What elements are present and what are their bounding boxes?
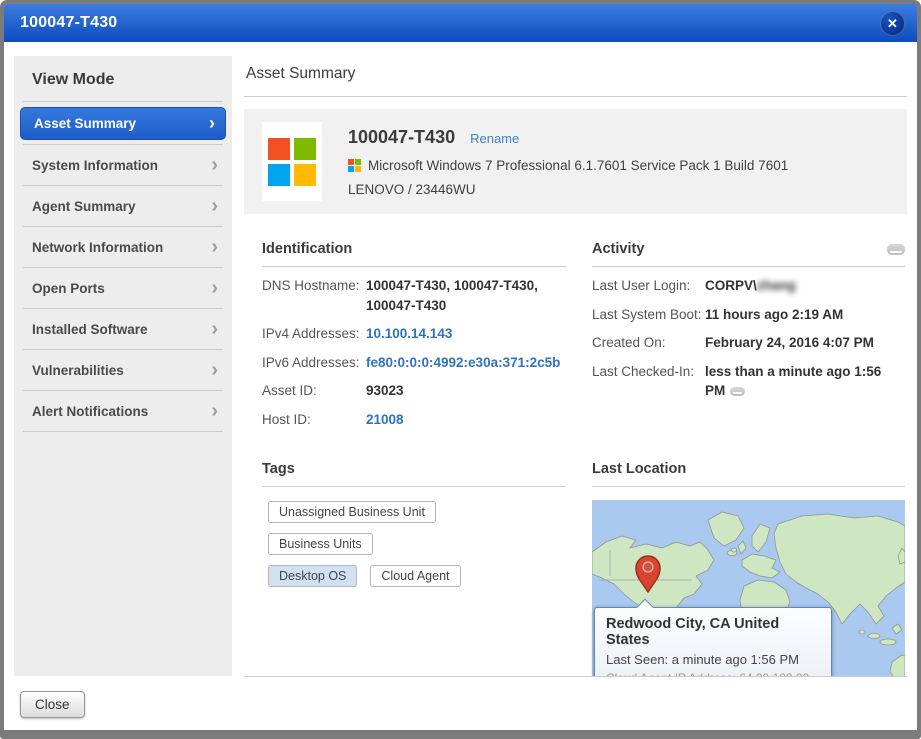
- host-id-value[interactable]: 21008: [366, 410, 404, 430]
- field-label: Last System Boot:: [592, 305, 705, 325]
- last-checked-in-row: Last Checked-In: less than a minute ago …: [592, 362, 905, 401]
- field-label: Last Checked-In:: [592, 362, 705, 401]
- chevron-right-icon: ›: [211, 237, 218, 257]
- sidebar-item-vulnerabilities[interactable]: Vulnerabilities ›: [14, 350, 232, 390]
- tag-desktop-os[interactable]: Desktop OS: [268, 565, 357, 587]
- chevron-right-icon: ›: [211, 401, 218, 421]
- os-logo-box: [262, 122, 322, 201]
- activity-title: Activity: [592, 241, 644, 257]
- window-title: 100047-T430: [20, 14, 880, 32]
- close-icon[interactable]: ✕: [880, 11, 905, 36]
- asset-id-row: Asset ID: 93023: [262, 381, 566, 401]
- field-label: Asset ID:: [262, 381, 366, 401]
- tag-unassigned-business-unit[interactable]: Unassigned Business Unit: [268, 501, 436, 523]
- close-button[interactable]: Close: [20, 691, 85, 718]
- world-map[interactable]: Redwood City, CA United States Last Seen…: [592, 500, 905, 677]
- ipv6-value[interactable]: fe80:0:0:0:4992:e30a:371:2c5b: [366, 353, 560, 373]
- ipv4-value[interactable]: 10.100.14.143: [366, 324, 452, 344]
- chevron-right-icon: ›: [211, 196, 218, 216]
- window-titlebar: 100047-T430 ✕: [4, 4, 917, 42]
- windows-mini-icon: [348, 159, 361, 172]
- field-label: DNS Hostname:: [262, 276, 366, 315]
- host-id-row: Host ID: 21008: [262, 410, 566, 430]
- chevron-right-icon: ›: [211, 319, 218, 339]
- tags-title: Tags: [262, 461, 295, 477]
- tags-section: Tags Unassigned Business Unit Business Un…: [262, 459, 566, 677]
- field-label: Created On:: [592, 333, 705, 353]
- sidebar-item-asset-summary[interactable]: Asset Summary ›: [20, 107, 226, 140]
- chevron-right-icon: ›: [211, 278, 218, 298]
- field-label: IPv4 Addresses:: [262, 324, 366, 344]
- chevron-right-icon: ›: [211, 155, 218, 175]
- chevron-right-icon: ›: [209, 114, 215, 132]
- sidebar-title: View Mode: [14, 56, 232, 101]
- last-user-login-value: CORPV\: [705, 278, 757, 293]
- cloud-agent-icon: [730, 387, 745, 396]
- page-title: Asset Summary: [244, 56, 907, 97]
- field-label: Last User Login:: [592, 276, 705, 296]
- tag-cloud-agent[interactable]: Cloud Agent: [370, 565, 460, 587]
- location-tooltip: Redwood City, CA United States Last Seen…: [594, 607, 832, 677]
- identification-title: Identification: [262, 241, 352, 257]
- asset-info: 100047-T430 Rename Microsoft Windows 7 P…: [348, 122, 788, 197]
- last-system-boot-value: 11 hours ago 2:19 AM: [705, 305, 843, 325]
- redacted-text: zhang: [757, 278, 796, 293]
- created-on-row: Created On: February 24, 2016 4:07 PM: [592, 333, 905, 353]
- chevron-right-icon: ›: [211, 360, 218, 380]
- last-user-login-row: Last User Login: CORPV\zhang: [592, 276, 905, 296]
- view-mode-sidebar: View Mode Asset Summary › System Informa…: [14, 56, 232, 676]
- asset-id-value: 93023: [366, 381, 404, 401]
- divider: [23, 431, 223, 432]
- sidebar-item-label: Vulnerabilities: [32, 363, 124, 378]
- sidebar-item-alert-notifications[interactable]: Alert Notifications ›: [14, 391, 232, 431]
- field-label: Host ID:: [262, 410, 366, 430]
- last-system-boot-row: Last System Boot: 11 hours ago 2:19 AM: [592, 305, 905, 325]
- cloud-agent-icon: [887, 244, 905, 255]
- location-last-seen: Last Seen: a minute ago 1:56 PM: [606, 652, 820, 667]
- sidebar-item-label: Agent Summary: [32, 199, 136, 214]
- location-ip-address: Cloud Agent IP Address: 64.39.108.99: [606, 671, 820, 677]
- sidebar-item-system-information[interactable]: System Information ›: [14, 145, 232, 185]
- ipv6-row: IPv6 Addresses: fe80:0:0:0:4992:e30a:371…: [262, 353, 566, 373]
- sidebar-item-label: Installed Software: [32, 322, 148, 337]
- asset-header: 100047-T430 Rename Microsoft Windows 7 P…: [244, 109, 907, 214]
- sidebar-item-label: Network Information: [32, 240, 163, 255]
- sidebar-item-installed-software[interactable]: Installed Software ›: [14, 309, 232, 349]
- sidebar-item-label: System Information: [32, 158, 158, 173]
- rename-link[interactable]: Rename: [470, 131, 519, 146]
- created-on-value: February 24, 2016 4:07 PM: [705, 333, 874, 353]
- last-location-section: Last Location: [592, 459, 905, 677]
- sidebar-item-label: Alert Notifications: [32, 404, 148, 419]
- sidebar-item-network-information[interactable]: Network Information ›: [14, 227, 232, 267]
- dialog-footer: Close: [4, 683, 917, 730]
- sidebar-item-label: Open Ports: [32, 281, 105, 296]
- activity-section: Activity Last User Login: CORPV\zhang La…: [592, 239, 905, 429]
- ipv4-row: IPv4 Addresses: 10.100.14.143: [262, 324, 566, 344]
- identification-section: Identification DNS Hostname: 100047-T430…: [262, 239, 566, 429]
- tag-business-units[interactable]: Business Units: [268, 533, 373, 555]
- windows-logo-icon: [268, 138, 316, 186]
- sidebar-item-agent-summary[interactable]: Agent Summary ›: [14, 186, 232, 226]
- dns-hostname-value: 100047-T430, 100047-T430, 100047-T430: [366, 276, 566, 315]
- asset-details-window: 100047-T430 ✕ View Mode Asset Summary › …: [0, 0, 921, 739]
- field-label: IPv6 Addresses:: [262, 353, 366, 373]
- sidebar-item-label: Asset Summary: [34, 116, 136, 131]
- location-place: Redwood City, CA United States: [606, 616, 820, 648]
- asset-summary-panel: Asset Summary 100047-T430 Rename Microso…: [244, 56, 907, 677]
- last-location-title: Last Location: [592, 461, 686, 477]
- sidebar-item-open-ports[interactable]: Open Ports ›: [14, 268, 232, 308]
- dns-hostname-row: DNS Hostname: 100047-T430, 100047-T430, …: [262, 276, 566, 315]
- hardware-info: LENOVO / 23446WU: [348, 182, 788, 197]
- asset-name: 100047-T430: [348, 127, 455, 148]
- os-name: Microsoft Windows 7 Professional 6.1.760…: [368, 158, 788, 173]
